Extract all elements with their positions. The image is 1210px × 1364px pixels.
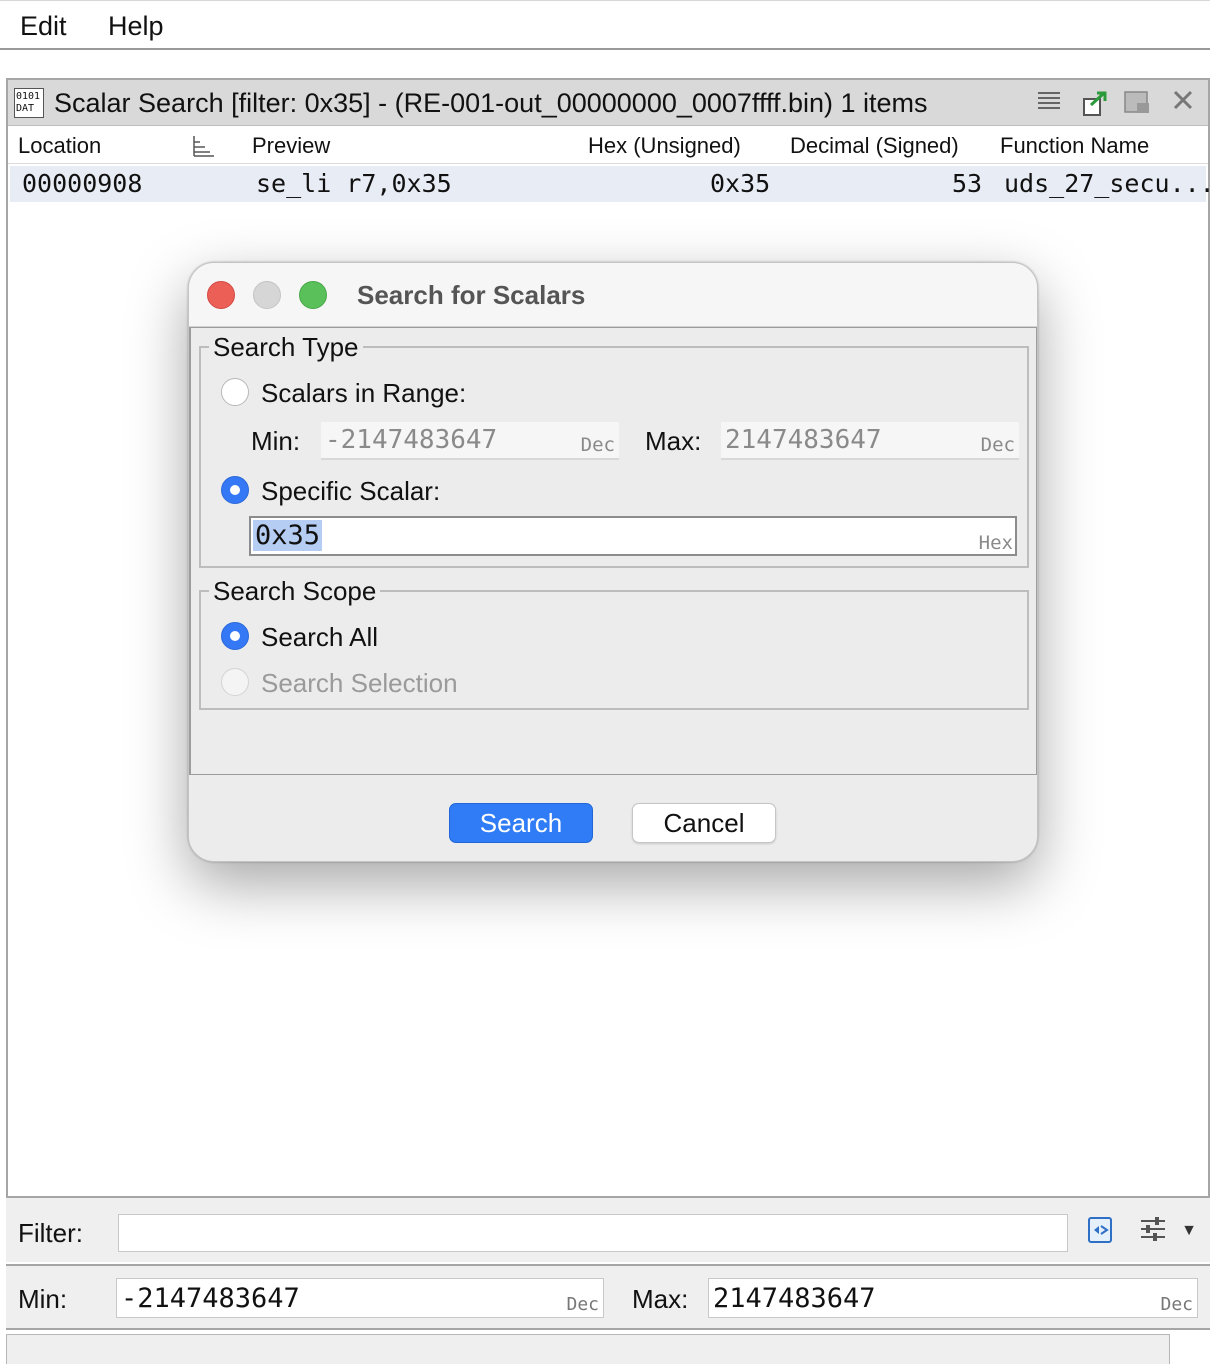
- dialog-body: Search Type Scalars in Range: Min: -2147…: [189, 327, 1037, 775]
- data-icon-top-text: 0101: [16, 91, 41, 102]
- search-type-legend: Search Type: [209, 332, 363, 363]
- column-decimal[interactable]: Decimal (Signed): [790, 133, 959, 159]
- range-max-format: Dec: [1160, 1294, 1193, 1315]
- dialog-title-bar: Search for Scalars: [189, 263, 1037, 327]
- range-bar: Min: -2147483647 Dec Max: 2147483647 Dec: [6, 1264, 1210, 1330]
- horizontal-scrollbar[interactable]: [6, 1334, 1170, 1364]
- filter-options-icon[interactable]: [1084, 1214, 1118, 1248]
- search-all-radio[interactable]: [221, 622, 249, 650]
- data-icon-bottom-text: DAT: [16, 103, 35, 114]
- dialog-max-field[interactable]: 2147483647 Dec: [721, 422, 1019, 460]
- panel-title-bar: 0101 DAT Scalar Search [filter: 0x35] - …: [8, 80, 1208, 126]
- window-close-button[interactable]: [207, 281, 235, 309]
- list-lines-icon[interactable]: [1034, 89, 1064, 117]
- dialog-max-label: Max:: [645, 426, 702, 456]
- dialog-title: Search for Scalars: [357, 280, 586, 310]
- cell-hex: 0x35: [710, 169, 771, 198]
- window-minimize-button[interactable]: [253, 281, 281, 309]
- range-min-input[interactable]: -2147483647 Dec: [116, 1278, 604, 1318]
- range-max-label: Max:: [632, 1284, 689, 1314]
- range-max-input[interactable]: 2147483647 Dec: [708, 1278, 1198, 1318]
- dialog-min-format: Dec: [580, 434, 615, 456]
- scalars-in-range-label[interactable]: Scalars in Range:: [261, 378, 466, 409]
- search-selection-label: Search Selection: [261, 668, 458, 698]
- export-icon[interactable]: [1080, 89, 1110, 117]
- range-max-value: 2147483647: [713, 1283, 876, 1314]
- scalars-in-range-radio[interactable]: [221, 378, 249, 406]
- filter-settings-icon[interactable]: [1136, 1214, 1170, 1248]
- search-scope-legend: Search Scope: [209, 576, 381, 607]
- filter-input[interactable]: [118, 1214, 1068, 1252]
- cancel-button[interactable]: Cancel: [632, 803, 776, 843]
- search-scope-group: Search Scope Search All Search Selection: [199, 576, 1029, 710]
- search-all-label[interactable]: Search All: [261, 622, 378, 653]
- range-min-label: Min:: [18, 1284, 68, 1314]
- cell-function-name: uds_27_secu...: [1004, 169, 1210, 198]
- snapshot-icon[interactable]: [1122, 89, 1152, 117]
- specific-scalar-format: Hex: [978, 532, 1013, 554]
- dialog-min-field[interactable]: -2147483647 Dec: [321, 422, 619, 460]
- specific-scalar-label[interactable]: Specific Scalar:: [261, 476, 440, 507]
- data-icon: 0101 DAT: [14, 88, 44, 118]
- dialog-max-value: 2147483647: [725, 425, 882, 455]
- specific-scalar-value: 0x35: [253, 520, 323, 551]
- close-icon[interactable]: [1168, 89, 1198, 117]
- cell-preview: se_li r7,0x35: [256, 169, 452, 198]
- menu-edit[interactable]: Edit: [20, 11, 67, 42]
- window-zoom-button[interactable]: [299, 281, 327, 309]
- range-min-value: -2147483647: [121, 1283, 300, 1314]
- table-header: Location Preview Hex (Unsigned) Decimal …: [8, 128, 1208, 164]
- search-selection-radio: [221, 668, 249, 696]
- filter-label: Filter:: [18, 1218, 83, 1248]
- dialog-max-format: Dec: [980, 434, 1015, 456]
- range-min-format: Dec: [566, 1294, 599, 1315]
- column-preview[interactable]: Preview: [252, 133, 330, 159]
- cell-decimal: 53: [952, 169, 983, 198]
- chevron-down-icon[interactable]: ▼: [1172, 1214, 1206, 1248]
- specific-scalar-input[interactable]: 0x35 Hex: [249, 516, 1017, 556]
- dialog-min-value: -2147483647: [325, 425, 498, 455]
- search-button[interactable]: Search: [449, 803, 593, 843]
- menu-bar: Edit Help: [0, 0, 1210, 50]
- column-function-name[interactable]: Function Name: [1000, 133, 1149, 159]
- filter-bar: Filter: ▼: [6, 1196, 1210, 1262]
- specific-scalar-radio[interactable]: [221, 476, 249, 504]
- dialog-min-label: Min:: [251, 426, 301, 456]
- sort-icon[interactable]: [190, 134, 216, 164]
- column-location[interactable]: Location: [18, 133, 101, 159]
- search-for-scalars-dialog: Search for Scalars Search Type Scalars i…: [188, 262, 1038, 862]
- menu-help[interactable]: Help: [108, 11, 164, 42]
- table-row[interactable]: 00000908 se_li r7,0x35 0x35 53 uds_27_se…: [10, 166, 1210, 202]
- panel-title: Scalar Search [filter: 0x35] - (RE-001-o…: [54, 88, 928, 118]
- cell-location: 00000908: [22, 169, 143, 198]
- column-hex[interactable]: Hex (Unsigned): [588, 133, 741, 159]
